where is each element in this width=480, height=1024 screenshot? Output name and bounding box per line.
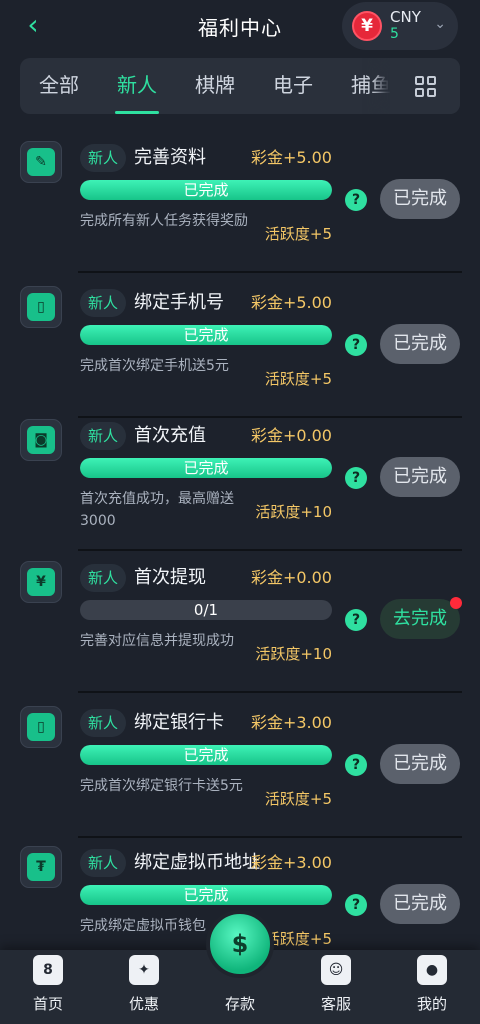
question-icon[interactable]: ? (345, 609, 367, 631)
progress-bar: 已完成 (80, 885, 332, 905)
task-name: 完善资料 (134, 147, 206, 168)
nav-label: 客服 (320, 995, 351, 1013)
task-name: 首次提现 (134, 567, 206, 588)
currency-selector[interactable]: ¥ CNY 5 ⌄ (342, 2, 458, 50)
task-action-button[interactable]: 已完成 (380, 324, 460, 364)
task-description: 完成首次绑定银行卡送5元 (80, 778, 243, 794)
task-reward: 彩金+3.00 (250, 853, 332, 872)
question-icon[interactable]: ? (345, 467, 367, 489)
header: ‹ 福利中心 ¥ CNY 5 ⌄ (0, 0, 480, 52)
newcomer-tag: 新人 (80, 422, 127, 450)
activity-points: 活跃度+5 (264, 790, 332, 808)
tab-all[interactable]: 全部 (20, 58, 98, 114)
activity-points: 活跃度+5 (264, 370, 332, 388)
newcomer-tag: 新人 (80, 849, 127, 877)
page-title: 福利中心 (198, 15, 282, 40)
nav-label: 我的 (416, 995, 447, 1013)
activity-points: 活跃度+5 (264, 930, 332, 948)
task-name: 绑定手机号 (134, 292, 224, 313)
task-reward: 彩金+5.00 (250, 293, 332, 312)
category-tabs: 全部 新人 棋牌 电子 捕鱼 (20, 58, 460, 114)
home-icon: 8 (33, 955, 63, 985)
task-row: ▯ 新人 绑定手机号 彩金+5.00 已完成完成首次绑定手机送5元活跃度+5? 已完成 (0, 273, 480, 418)
task-description: 完成首次绑定手机送5元 (80, 358, 229, 374)
task-action-button[interactable]: 已完成 (380, 179, 460, 219)
progress-label: 已完成 (183, 181, 229, 199)
nav-profile[interactable]: ● 我的 (387, 950, 477, 1024)
task-reward: 彩金+5.00 (250, 148, 332, 167)
task-action-button[interactable]: 已完成 (380, 884, 460, 924)
task-description: 完成所有新人任务获得奖励 (80, 213, 248, 229)
progress-label: 已完成 (183, 459, 229, 477)
task-reward: 彩金+0.00 (250, 426, 332, 445)
deposit-button[interactable]: $ (206, 910, 274, 978)
newcomer-tag: 新人 (80, 564, 127, 592)
phone-icon: ▯ (20, 286, 62, 328)
edit-profile-icon: ✎ (20, 141, 62, 183)
withdraw-icon: ¥ (20, 561, 62, 603)
question-icon[interactable]: ? (345, 754, 367, 776)
tab-electronic[interactable]: 电子 (254, 58, 332, 114)
progress-bar: 已完成 (80, 325, 332, 345)
newcomer-tag: 新人 (80, 709, 127, 737)
currency-balance: 5 (390, 26, 399, 42)
newcomer-tag: 新人 (80, 144, 127, 172)
gift-icon: ✦ (129, 955, 159, 985)
task-name: 首次充值 (134, 425, 206, 446)
currency-code: CNY (390, 8, 421, 26)
grid-icon (414, 75, 436, 97)
task-action-button[interactable]: 已完成 (380, 744, 460, 784)
progress-label: 已完成 (183, 326, 229, 344)
nav-support[interactable]: ☺ 客服 (291, 950, 381, 1024)
support-icon: ☺ (321, 955, 351, 985)
question-icon[interactable]: ? (345, 189, 367, 211)
crypto-icon: ₮ (20, 846, 62, 888)
money-bag-icon: $ (231, 930, 249, 958)
yuan-icon: ¥ (352, 11, 382, 41)
task-reward: 彩金+0.00 (250, 568, 332, 587)
task-description: 完善对应信息并提现成功 (80, 633, 234, 649)
task-row: ¥ 新人 首次提现 彩金+0.00 0/1 完善对应信息并提现成功活跃度+10? 去完成 (0, 548, 480, 693)
progress-label: 已完成 (183, 746, 229, 764)
notification-dot (450, 597, 462, 609)
question-icon[interactable]: ? (345, 894, 367, 916)
task-name: 绑定银行卡 (134, 712, 224, 733)
tab-newcomer[interactable]: 新人 (98, 58, 176, 114)
task-name: 绑定虚拟币地址 (134, 852, 260, 873)
task-row: ✎ 新人 完善资料 彩金+5.00 已完成完成所有新人任务获得奖励 活跃度+5? 已完成 (0, 128, 480, 273)
chevron-left-icon[interactable]: ‹ (18, 10, 48, 40)
wallet-icon: ◙ (20, 419, 62, 461)
nav-label: 首页 (32, 995, 63, 1013)
task-description: 首次充值成功，最高赠送3000 (80, 491, 234, 529)
newcomer-tag: 新人 (80, 289, 127, 317)
task-action-button[interactable]: 去完成 (380, 599, 460, 639)
question-icon[interactable]: ? (345, 334, 367, 356)
nav-label: 存款 (224, 995, 255, 1013)
progress-bar: 已完成 (80, 745, 332, 765)
task-reward: 彩金+3.00 (250, 713, 332, 732)
activity-points: 活跃度+10 (255, 645, 332, 663)
nav-label: 优惠 (128, 995, 159, 1013)
progress-bar: 已完成 (80, 458, 332, 478)
progress-bar: 已完成 (80, 180, 332, 200)
task-row: ▯ 新人 绑定银行卡 彩金+3.00 已完成完成首次绑定银行卡送5元活跃度+5? 已完成 (0, 693, 480, 838)
progress-bar: 0/1 (80, 600, 332, 620)
nav-home[interactable]: 8 首页 (3, 950, 93, 1024)
progress-label: 已完成 (183, 886, 229, 904)
progress-label: 0/1 (193, 601, 219, 619)
activity-points: 活跃度+10 (255, 503, 332, 521)
chevron-down-icon: ⌄ (434, 16, 446, 32)
task-action-button[interactable]: 已完成 (380, 457, 460, 497)
activity-points: 活跃度+5 (264, 225, 332, 243)
task-row: ◙ 新人 首次充值 彩金+0.00 已完成首次充值成功，最高赠送3000 活跃度+10? 已… (0, 406, 480, 551)
tab-chess-cards[interactable]: 棋牌 (176, 58, 254, 114)
nav-promotions[interactable]: ✦ 优惠 (99, 950, 189, 1024)
grid-menu-button[interactable] (390, 58, 460, 114)
profile-icon: ● (417, 955, 447, 985)
bank-card-icon: ▯ (20, 706, 62, 748)
